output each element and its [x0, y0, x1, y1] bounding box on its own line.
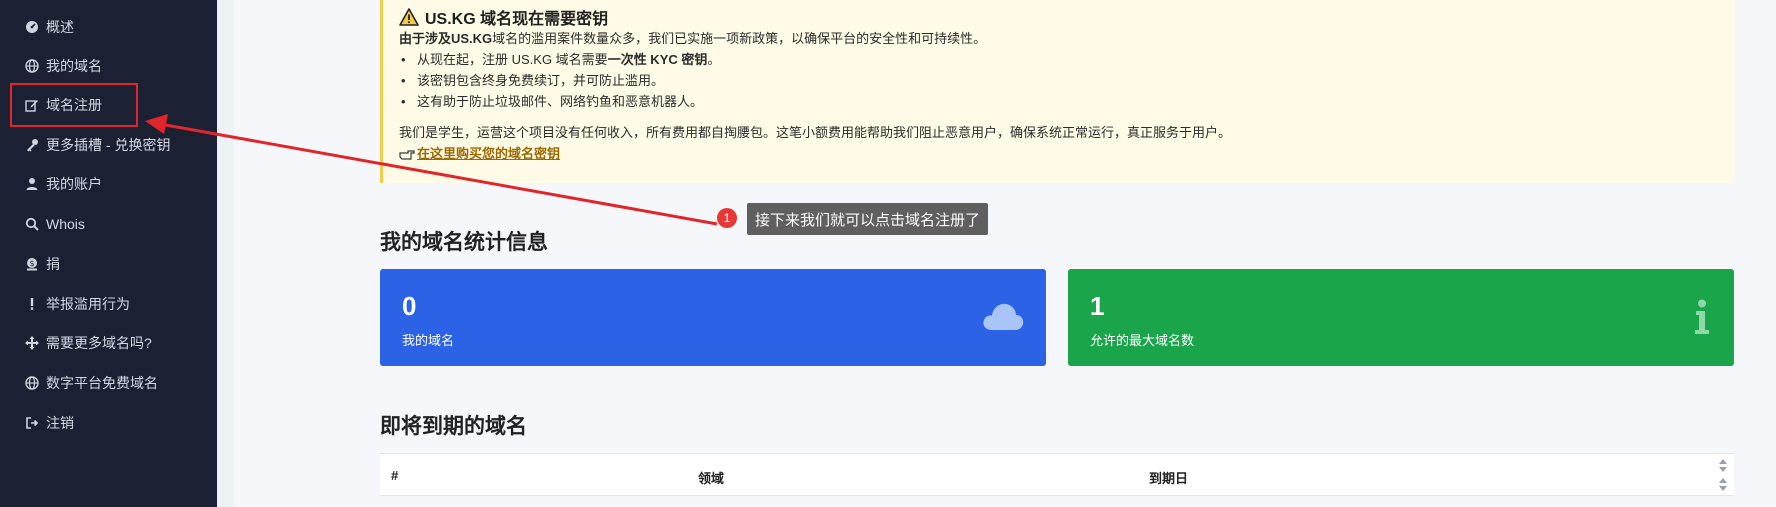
- column-header-expiry[interactable]: 到期日: [1149, 468, 1188, 487]
- sidebar-item-label: 捐: [46, 256, 60, 272]
- sidebar-item-label: 域名注册: [46, 97, 102, 113]
- bullet-text: 这有助于防止垃圾邮件、网络钓鱼和恶意机器人。: [417, 94, 704, 109]
- sidebar-item-register-domain[interactable]: 域名注册: [10, 83, 138, 127]
- user-icon: [24, 176, 40, 192]
- dashboard-icon: [24, 19, 40, 35]
- student-note: 我们是学生，运营这个项目没有任何收入，所有费用都自掏腰包。这笔小额费用能帮助我们…: [399, 125, 1232, 140]
- arrows-icon: [24, 335, 40, 351]
- cloud-icon: [983, 303, 1024, 330]
- bullet-bold: 一次性 KYC 密钥: [607, 52, 708, 67]
- notice-bullet: • 从现在起，注册 US.KG 域名需要一次性 KYC 密钥。: [401, 52, 721, 67]
- notice-intro: 由于涉及US.KG域名的滥用案件数量众多，我们已实施一项新政策，以确保平台的安全…: [399, 28, 1718, 49]
- sidebar-item-label: Whois: [46, 216, 85, 232]
- sidebar-item-overview[interactable]: 概述: [12, 7, 208, 47]
- bullet-suffix: 。: [707, 52, 721, 67]
- edit-icon: [24, 97, 40, 113]
- buy-key-link-label: 在这里购买您的域名密钥: [417, 146, 561, 161]
- sidebar-item-label: 更多插槽 - 兑换密钥: [46, 137, 171, 153]
- sidebar-item-label: 需要更多域名吗?: [46, 335, 152, 351]
- expiring-title: 即将到期的域名: [380, 415, 527, 438]
- kyc-notice: US.KG 域名现在需要密钥 由于涉及US.KG域名的滥用案件数量众多，我们已实…: [380, 0, 1734, 183]
- bullet-text: 从现在起，注册 US.KG 域名需要: [417, 52, 608, 67]
- annotation-tooltip: 接下来我们就可以点击域名注册了: [747, 203, 989, 235]
- stats-title: 我的域名统计信息: [380, 231, 548, 254]
- warning-icon: [399, 8, 419, 26]
- buy-key-link[interactable]: 在这里购买您的域名密钥: [399, 143, 560, 164]
- search-icon: [24, 216, 40, 232]
- sidebar-item-redeem-key[interactable]: 更多插槽 - 兑换密钥: [12, 125, 208, 165]
- column-header-domain[interactable]: 领域: [698, 468, 724, 487]
- annotation-step-badge: 1: [717, 208, 737, 228]
- sidebar-item-my-domains[interactable]: 我的域名: [12, 46, 208, 86]
- notice-title: US.KG 域名现在需要密钥: [425, 11, 609, 28]
- sidebar-item-report-abuse[interactable]: 举报滥用行为: [12, 284, 208, 324]
- logout-icon: [24, 415, 40, 431]
- notice-bullet: • 这有助于防止垃圾邮件、网络钓鱼和恶意机器人。: [401, 94, 704, 109]
- stat-value: 1: [1090, 291, 1105, 321]
- sidebar-item-account[interactable]: 我的账户: [12, 164, 208, 204]
- svg-text:$: $: [29, 259, 34, 268]
- notice-title-row: US.KG 域名现在需要密钥: [399, 6, 1718, 28]
- stat-value: 0: [402, 291, 417, 321]
- sidebar: 概述 我的域名 域名注册 更多插槽 - 兑换密钥 我的账户 Whois $ 捐: [0, 0, 217, 507]
- sidebar-item-label: 举报滥用行为: [46, 296, 130, 312]
- info-icon: [1695, 299, 1709, 334]
- sidebar-item-label: 概述: [46, 19, 74, 35]
- sidebar-item-logout[interactable]: 注销: [12, 403, 208, 443]
- sidebar-item-whois[interactable]: Whois: [12, 204, 208, 244]
- bullet-text: 该密钥包含终身免费续订，并可防止滥用。: [417, 73, 665, 88]
- donate-icon: $: [24, 256, 40, 272]
- stat-label: 允许的最大域名数: [1090, 333, 1195, 348]
- globe-icon: [24, 375, 40, 391]
- sidebar-item-donate[interactable]: $ 捐: [12, 244, 208, 284]
- sidebar-item-label: 数字平台免费域名: [46, 375, 158, 391]
- sidebar-item-more-domains[interactable]: 需要更多域名吗?: [12, 323, 208, 363]
- stat-card-my-domains: 0 我的域名: [380, 269, 1046, 366]
- stat-card-max-domains: 1 允许的最大域名数: [1068, 269, 1734, 366]
- sidebar-item-label: 注销: [46, 415, 74, 431]
- sidebar-item-free-domains[interactable]: 数字平台免费域名: [12, 363, 208, 403]
- expiring-domains-table: # 领域 到期日: [380, 453, 1734, 496]
- notice-intro-text: 域名的滥用案件数量众多，我们已实施一项新政策，以确保平台的安全性和可持续性。: [492, 31, 987, 46]
- exclamation-icon: [24, 296, 40, 312]
- notice-intro-bold: 由于涉及US.KG: [399, 31, 493, 46]
- notice-bullet: • 该密钥包含终身免费续订，并可防止滥用。: [401, 73, 665, 88]
- column-header-index[interactable]: #: [391, 468, 398, 483]
- globe-icon: [24, 58, 40, 74]
- key-icon: [24, 137, 40, 153]
- hand-pointer-icon: [399, 149, 415, 160]
- sidebar-item-label: 我的域名: [46, 58, 102, 74]
- sort-icon[interactable]: [1718, 458, 1728, 492]
- sidebar-gap: [217, 0, 234, 507]
- stat-label: 我的域名: [402, 333, 455, 348]
- sidebar-item-label: 我的账户: [46, 176, 102, 192]
